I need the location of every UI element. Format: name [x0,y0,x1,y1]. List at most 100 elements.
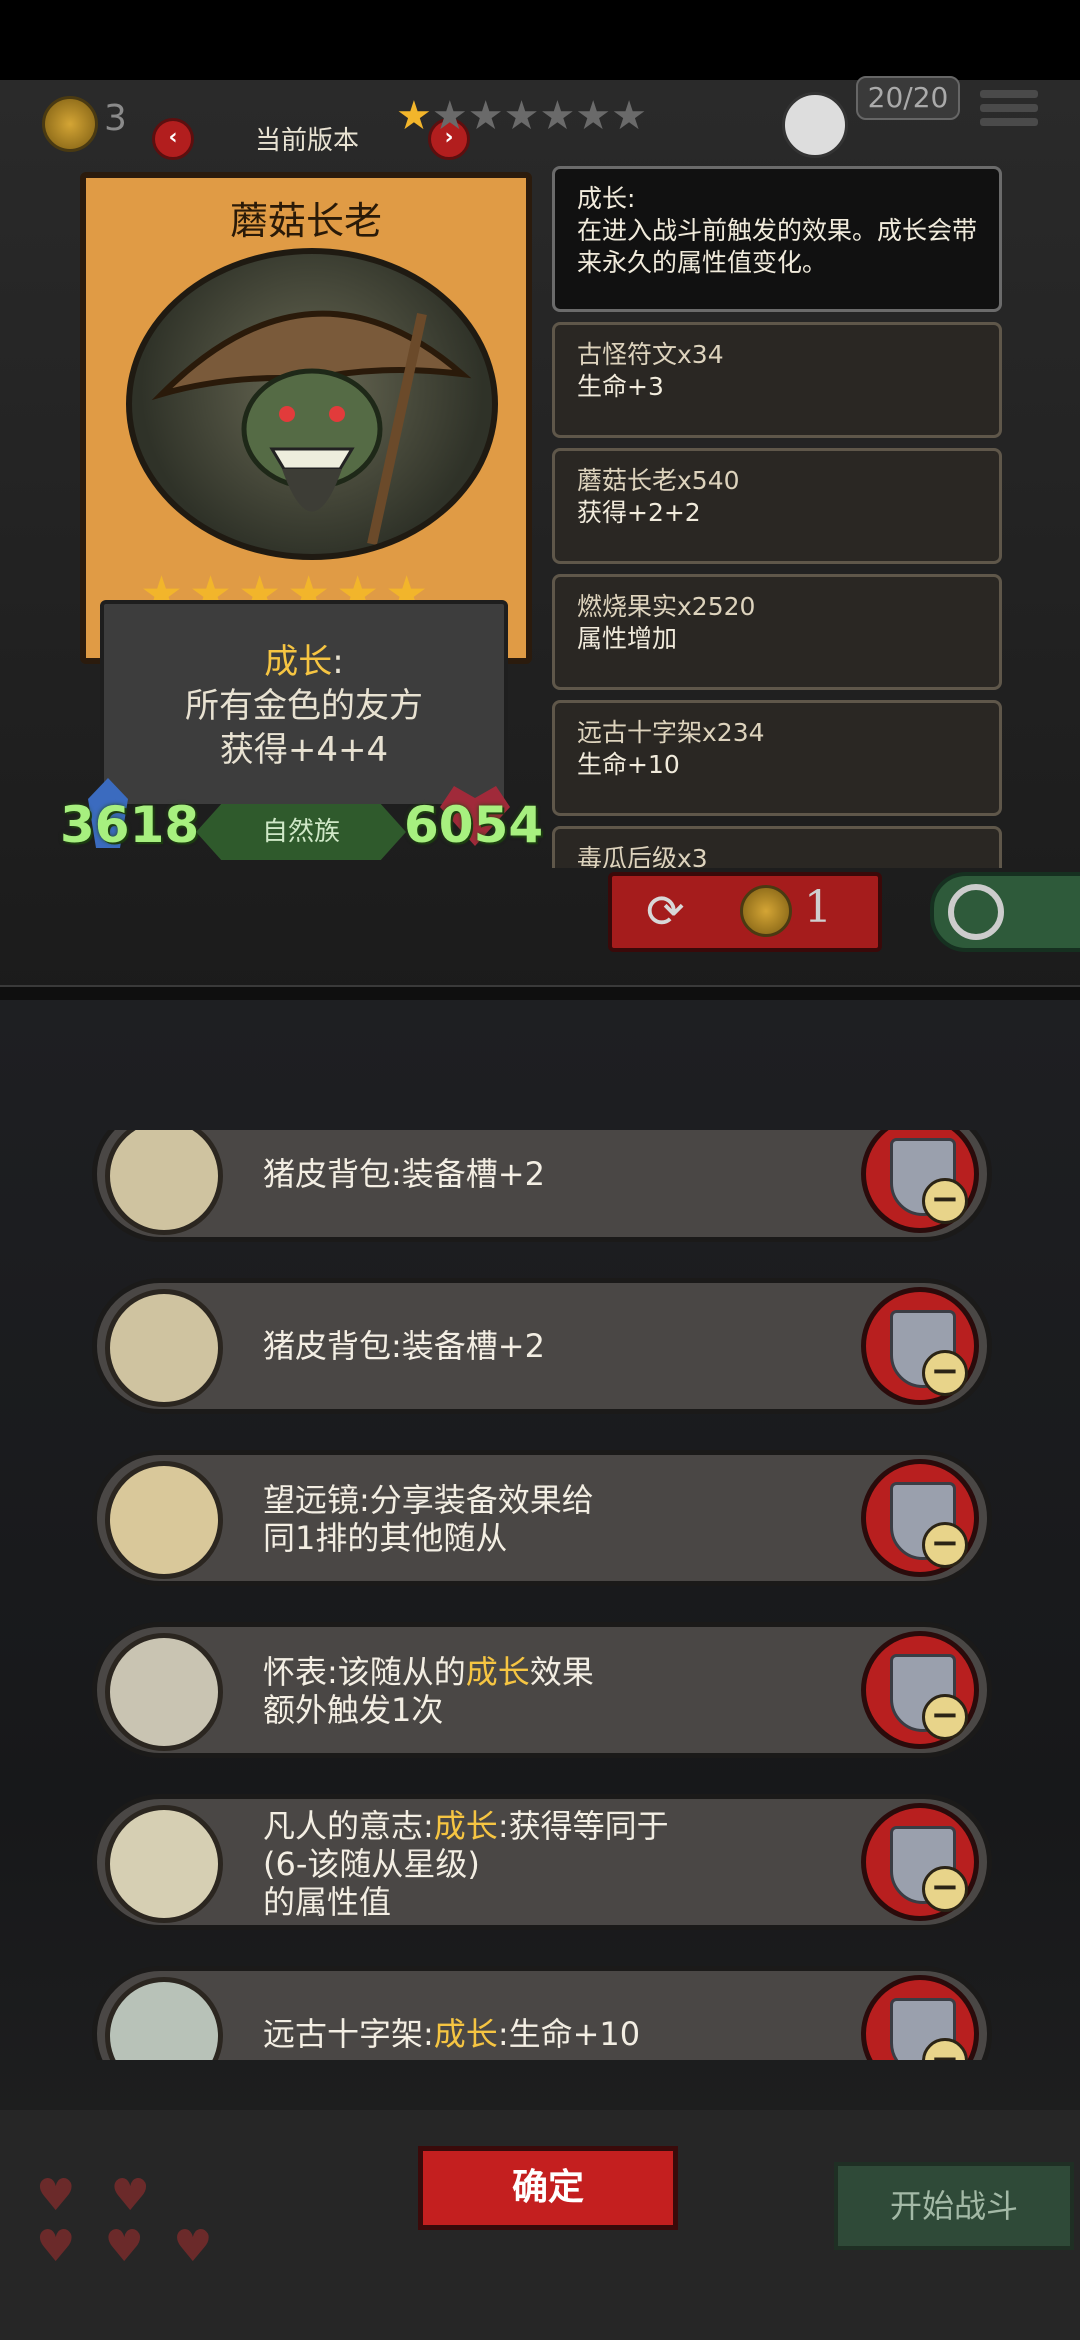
growth-keyword: 成长 [433,1807,498,1845]
version-stars: ★★★★★★★ [396,96,647,136]
ancient-cross-icon [105,1977,223,2060]
search-icon [948,884,1004,940]
confirm-button[interactable]: 确定 [418,2146,678,2230]
equipment-item: 远古十字架:成长:生命+10 − [92,1966,992,2060]
refresh-cost: 1 [804,882,832,933]
effect-source-item: 燃烧果实x2520 属性增加 [552,574,1002,690]
equipment-text-pre: 远古十字架: [263,2015,434,2053]
heart-icon: ♥ [104,2221,144,2272]
heart-icon: ♥ [173,2221,213,2272]
attack-value: 3618 [60,796,200,854]
heart-icon: ♥ [110,2170,150,2221]
growth-keyword: 成长 [465,1653,530,1691]
coin-icon [42,96,98,152]
bone-staff-icon [105,1805,223,1923]
keyword-info-panel: 成长: 在进入战斗前触发的效果。成长会带来永久的属性值变化。 [552,166,1002,312]
search-button[interactable] [930,872,1080,952]
minus-icon: − [922,1522,968,1568]
health-value: 6054 [404,796,544,854]
equipment-text-line-2: 额外触发1次 [263,1691,444,1729]
equipment-text-line-2: 同1排的其他随从 [263,1519,508,1557]
source-name: 蘑菇长老x540 [577,466,740,495]
effect-source-item: 毒瓜后级x3 [552,826,1002,868]
star-icon: ★ [611,93,648,139]
equipment-text: 远古十字架:成长:生命+10 [263,2015,783,2053]
source-name: 燃烧果实x2520 [577,592,756,621]
avatar [782,92,848,158]
refresh-icon: ⟳ [646,884,685,938]
ability-line-1: 所有金色的友方 [185,686,423,726]
tribe-label: 自然族 [196,804,406,860]
prev-version-button[interactable]: ‹ [152,118,194,160]
pig-backpack-icon [105,1289,223,1407]
coin-count: 3 [104,98,127,139]
equipment-text-pre: 凡人的意志: [263,1807,434,1845]
effect-source-item: 远古十字架x234 生命+10 [552,700,1002,816]
star-icon: ★ [431,93,468,139]
remove-equipment-button[interactable]: − [861,1459,979,1577]
equipment-text-line-3: 的属性值 [263,1883,392,1921]
equipment-text-post: :获得等同于 [497,1807,669,1845]
equipment-text: 怀表:该随从的成长效果 额外触发1次 [263,1653,783,1729]
star-icon: ★ [575,93,612,139]
menu-icon[interactable] [980,84,1038,138]
source-name: 远古十字架x234 [577,718,765,747]
equipment-item: 猪皮背包:装备槽+2 − [92,1130,992,1242]
ability-line-2: 获得+4+4 [219,730,389,770]
mushroom-elder-portrait [126,248,498,560]
coin-icon [740,885,792,937]
equipment-text: 猪皮背包:装备槽+2 [263,1327,545,1365]
remove-equipment-button[interactable]: − [861,1287,979,1405]
keyword-info-description: 在进入战斗前触发的效果。成长会带来永久的属性值变化。 [577,216,978,277]
effect-source-item: 古怪符文x34 生命+3 [552,322,1002,438]
equipment-text: 望远镜:分享装备效果给 同1排的其他随从 [263,1481,783,1557]
growth-keyword: 成长 [433,2015,498,2053]
card-ability-box: 成长: 所有金色的友方 获得+4+4 [100,600,508,808]
source-effect: 属性增加 [577,624,678,653]
remove-equipment-button[interactable]: − [861,1631,979,1749]
pocket-watch-icon [105,1633,223,1751]
source-name: 毒瓜后级x3 [577,844,708,868]
pig-backpack-icon [105,1130,223,1235]
source-effect: 获得+2+2 [577,498,701,527]
minus-icon: − [922,1178,968,1224]
star-icon: ★ [539,93,576,139]
star-icon: ★ [396,93,432,139]
source-effect: 生命+10 [577,750,680,779]
equipment-item: 凡人的意志:成长:获得等同于 (6-该随从星级) 的属性值 − [92,1794,992,1930]
remove-equipment-button[interactable]: − [861,1130,979,1233]
refresh-shop-button[interactable]: ⟳ 1 [608,872,882,952]
minus-icon: − [922,1866,968,1912]
effect-source-item: 蘑菇长老x540 获得+2+2 [552,448,1002,564]
minus-icon: − [922,1350,968,1396]
source-name: 古怪符文x34 [577,340,724,369]
equipment-text-post: 效果 [529,1653,594,1691]
equipment-item: 望远镜:分享装备效果给 同1排的其他随从 − [92,1450,992,1586]
ability-keyword: 成长 [264,642,333,682]
equipment-text-pre: 怀表:该随从的 [263,1653,466,1691]
minus-icon: − [922,1694,968,1740]
star-icon: ★ [467,93,504,139]
remove-equipment-button[interactable]: − [861,1803,979,1921]
version-label: 当前版本 [254,126,359,156]
keyword-info-title: 成长: [577,184,636,213]
telescope-icon [105,1461,223,1579]
star-icon: ★ [503,93,540,139]
effect-source-list[interactable]: 古怪符文x34 生命+3 蘑菇长老x540 获得+2+2 燃烧果实x2520 属… [552,322,1002,868]
equipment-item: 猪皮背包:装备槽+2 − [92,1278,992,1414]
equipment-list[interactable]: 猪皮背包:装备槽+2 − 猪皮背包:装备槽+2 − 望远镜:分享装备效果给 同1… [0,1130,1080,2060]
card-name: 蘑菇长老 [229,199,382,243]
heart-icon: ♥ [36,2221,76,2272]
start-battle-button[interactable]: 开始战斗 [834,2162,1074,2250]
source-effect: 生命+3 [577,372,664,401]
equipment-item: 怀表:该随从的成长效果 额外触发1次 − [92,1622,992,1758]
remove-equipment-button[interactable]: − [861,1975,979,2060]
ability-colon: : [332,642,344,682]
status-bar [0,0,1080,80]
equipment-text-line-2: (6-该随从星级) [263,1845,480,1883]
equipment-text-post: :生命+10 [497,2015,641,2053]
capacity-badge: 20/20 [856,76,960,120]
equipment-text: 凡人的意志:成长:获得等同于 (6-该随从星级) 的属性值 [263,1807,783,1921]
equipment-text-line-1: 望远镜:分享装备效果给 [263,1481,594,1519]
heart-icon: ♥ [36,2170,76,2221]
